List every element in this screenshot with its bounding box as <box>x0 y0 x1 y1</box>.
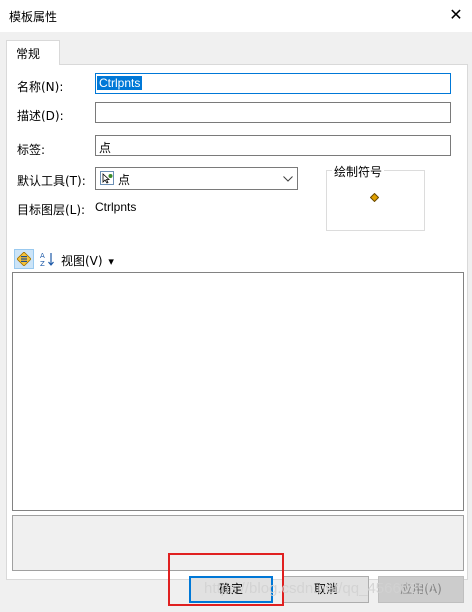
watermark-text: https://blog.csdn.net/qq_45660890 <box>204 580 435 597</box>
description-label: 描述(D): <box>17 109 64 123</box>
view-menu-label: 视图(V) <box>61 254 103 268</box>
tags-input[interactable]: 点 <box>95 135 451 156</box>
point-tool-icon <box>100 171 114 185</box>
svg-text:A: A <box>40 252 45 260</box>
default-tool-label: 默认工具(T): <box>17 174 86 188</box>
property-grid[interactable] <box>12 272 464 511</box>
draw-symbol-label: 绘制符号 <box>332 163 385 180</box>
svg-text:Z: Z <box>40 260 45 268</box>
sort-az-icon: A Z <box>40 252 54 268</box>
tags-input-value: 点 <box>99 141 112 155</box>
tags-label: 标签: <box>17 143 46 157</box>
view-dropdown-icon: ▾ <box>108 255 114 268</box>
tab-general-label: 常规 <box>16 47 41 61</box>
target-layer-value: Ctrlpnts <box>95 200 137 214</box>
description-input[interactable] <box>95 102 451 123</box>
close-icon[interactable]: ✕ <box>446 4 466 26</box>
sort-alphabetical-button[interactable]: A Z <box>38 249 58 269</box>
name-input[interactable]: Ctrlpnts <box>95 73 451 94</box>
default-tool-value: 点 <box>118 173 131 187</box>
window-title: 模板属性 <box>9 10 58 24</box>
point-symbol-icon[interactable] <box>370 193 379 202</box>
default-tool-combobox[interactable]: 点 <box>95 167 298 190</box>
name-input-value: Ctrlpnts <box>97 76 143 90</box>
chevron-down-icon <box>283 176 293 182</box>
categorized-icon <box>17 252 31 266</box>
name-label: 名称(N): <box>17 80 64 94</box>
view-menu-button[interactable]: 视图(V) ▾ <box>61 252 114 269</box>
target-layer-label: 目标图层(L): <box>17 203 86 217</box>
title-bar <box>0 0 472 32</box>
categorized-view-button[interactable] <box>14 249 34 269</box>
tab-general[interactable]: 常规 <box>6 40 60 65</box>
